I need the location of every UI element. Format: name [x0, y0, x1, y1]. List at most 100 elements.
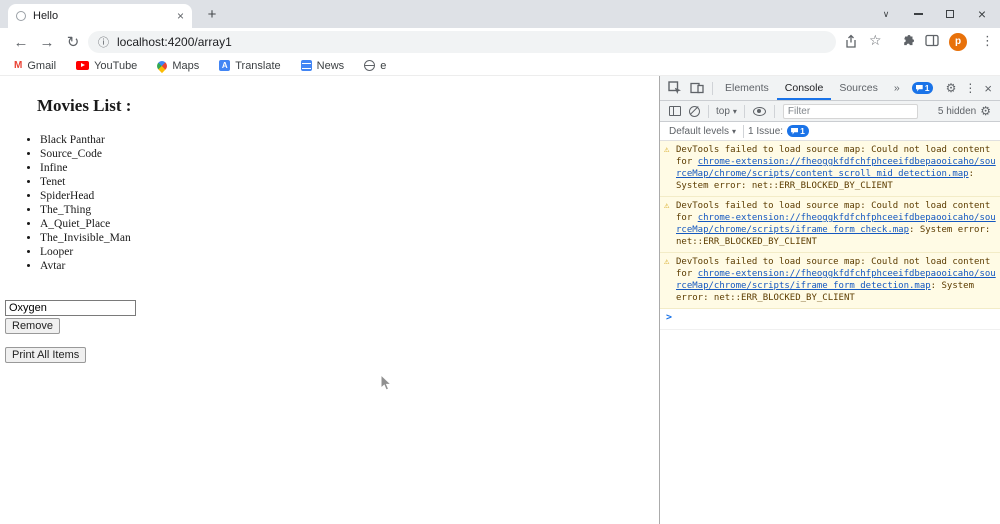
console-levels-bar: Default levels ▾ 1 Issue: 1 — [660, 122, 1000, 141]
movie-list-item: A_Quiet_Place — [40, 217, 131, 231]
context-label: top — [716, 106, 730, 117]
translate-icon: A — [219, 60, 230, 71]
speech-bubble-icon — [791, 128, 798, 135]
print-all-items-button[interactable]: Print All Items — [5, 347, 86, 363]
devtools-tabbar: Elements Console Sources » 1 ⚙ ⋮ × — [660, 76, 1000, 101]
site-info-icon[interactable]: ⓘ — [98, 34, 109, 50]
console-warning-message: ⚠ DevTools failed to load source map: Co… — [660, 253, 1000, 309]
minimize-button[interactable] — [902, 0, 934, 28]
bookmark-youtube[interactable]: YouTube — [76, 60, 137, 72]
issue-counter-badge[interactable]: 1 — [787, 125, 809, 137]
devtools-panel: Elements Console Sources » 1 ⚙ ⋮ × top ▾ — [659, 76, 1000, 524]
movie-list-item: The_Invisible_Man — [40, 231, 131, 245]
remove-button[interactable]: Remove — [5, 318, 60, 334]
maximize-icon — [946, 10, 954, 18]
bookmark-label: News — [317, 60, 345, 72]
hidden-messages-count[interactable]: 5 hidden — [938, 106, 976, 117]
console-settings-gear-icon[interactable]: ⚙ — [976, 104, 995, 118]
bookmark-label: Translate — [235, 60, 280, 72]
more-tabs-button[interactable]: » — [886, 77, 908, 100]
javascript-context-selector[interactable]: top ▾ — [713, 106, 740, 117]
profile-avatar[interactable]: p — [949, 33, 967, 51]
chevron-down-icon: ▾ — [732, 127, 736, 136]
share-button[interactable] — [844, 34, 858, 54]
divider — [744, 105, 745, 118]
browser-tab[interactable]: Hello × — [8, 4, 192, 28]
console-sidebar-toggle[interactable] — [665, 106, 685, 116]
live-expression-button[interactable] — [749, 107, 770, 116]
bookmark-label: YouTube — [94, 60, 137, 72]
device-toolbar-button[interactable] — [686, 82, 708, 94]
globe-icon — [364, 60, 375, 71]
bookmarks-bar: M Gmail YouTube Maps A Translate News e — [0, 56, 1000, 76]
warning-triangle-icon: ⚠ — [664, 144, 673, 156]
bookmark-maps[interactable]: Maps — [157, 60, 199, 72]
warning-text: DevTools failed to load source map: Coul… — [676, 200, 997, 248]
maximize-button[interactable] — [934, 0, 966, 28]
issues-count: 1 — [925, 83, 930, 93]
divider — [743, 125, 744, 138]
bookmark-news[interactable]: News — [301, 60, 345, 72]
console-input-area[interactable] — [678, 313, 994, 325]
movie-list-item: Infine — [40, 161, 131, 175]
browser-toolbar: ← → ↻ ⓘ localhost:4200/array1 ☆ p ⋮ — [0, 28, 1000, 56]
devtools-menu-icon[interactable]: ⋮ — [960, 81, 980, 95]
tab-console[interactable]: Console — [777, 77, 832, 100]
console-prompt-chevron-icon: > — [666, 313, 672, 323]
issue-counter-label[interactable]: 1 Issue: — [748, 126, 783, 137]
reload-button[interactable]: ↻ — [62, 32, 84, 52]
warning-text: DevTools failed to load source map: Coul… — [676, 256, 997, 304]
bookmark-label: Gmail — [27, 60, 56, 72]
clear-console-button[interactable] — [685, 106, 704, 117]
divider — [712, 82, 713, 95]
back-button[interactable]: ← — [10, 32, 32, 52]
console-warning-message: ⚠ DevTools failed to load source map: Co… — [660, 197, 1000, 253]
news-icon — [301, 60, 312, 71]
side-panel-button[interactable] — [925, 34, 939, 52]
tab-search-chevron-icon[interactable]: ∨ — [870, 0, 902, 28]
console-warning-message: ⚠ DevTools failed to load source map: Co… — [660, 141, 1000, 197]
tab-close-icon[interactable]: × — [177, 10, 184, 22]
address-bar[interactable]: ⓘ localhost:4200/array1 — [88, 31, 836, 53]
close-button[interactable]: × — [966, 0, 998, 28]
devtools-close-icon[interactable]: × — [980, 81, 996, 96]
forward-button[interactable]: → — [36, 32, 58, 52]
new-tab-button[interactable]: + — [202, 5, 222, 25]
source-map-link[interactable]: chrome-extension://fheoggkfdfchfphceeifd… — [676, 157, 996, 179]
console-filter-input[interactable] — [783, 104, 918, 119]
gmail-icon: M — [14, 60, 22, 71]
puzzle-icon — [901, 34, 915, 48]
movie-name-input[interactable] — [5, 300, 136, 316]
console-prompt: > — [660, 309, 1000, 330]
bookmark-label: e — [380, 60, 386, 72]
devtools-settings-gear-icon[interactable]: ⚙ — [942, 81, 961, 95]
tab-favicon-icon — [16, 11, 26, 21]
share-icon — [844, 34, 858, 49]
bookmark-star-icon[interactable]: ☆ — [869, 32, 882, 49]
bookmark-gmail[interactable]: M Gmail — [14, 60, 56, 72]
tab-elements[interactable]: Elements — [717, 77, 777, 100]
chevron-down-icon: ▾ — [733, 107, 737, 116]
console-toolbar: top ▾ 5 hidden ⚙ — [660, 101, 1000, 122]
warning-triangle-icon: ⚠ — [664, 200, 673, 212]
issues-badge[interactable]: 1 — [912, 82, 934, 94]
browser-menu-icon[interactable]: ⋮ — [981, 33, 994, 49]
divider — [708, 105, 709, 118]
bookmark-translate[interactable]: A Translate — [219, 60, 280, 72]
bookmark-e[interactable]: e — [364, 60, 386, 72]
warning-triangle-icon: ⚠ — [664, 256, 673, 268]
issue-count: 1 — [800, 126, 805, 136]
sidebar-panel-icon — [669, 106, 681, 116]
movie-list-item: Black Panthar — [40, 133, 131, 147]
tab-title: Hello — [33, 10, 170, 22]
minimize-icon — [914, 13, 923, 15]
levels-label: Default levels — [669, 126, 729, 137]
titlebar: Hello × + ∨ × — [0, 0, 1000, 28]
warning-text: DevTools failed to load source map: Coul… — [676, 144, 997, 192]
page-content: Movies List : Black Panthar Source_Code … — [0, 76, 659, 524]
inspect-element-button[interactable] — [664, 81, 686, 95]
extensions-button[interactable] — [901, 34, 915, 53]
tab-sources[interactable]: Sources — [831, 77, 886, 100]
default-levels-dropdown[interactable]: Default levels ▾ — [666, 126, 739, 137]
movie-list-item: SpiderHead — [40, 189, 131, 203]
